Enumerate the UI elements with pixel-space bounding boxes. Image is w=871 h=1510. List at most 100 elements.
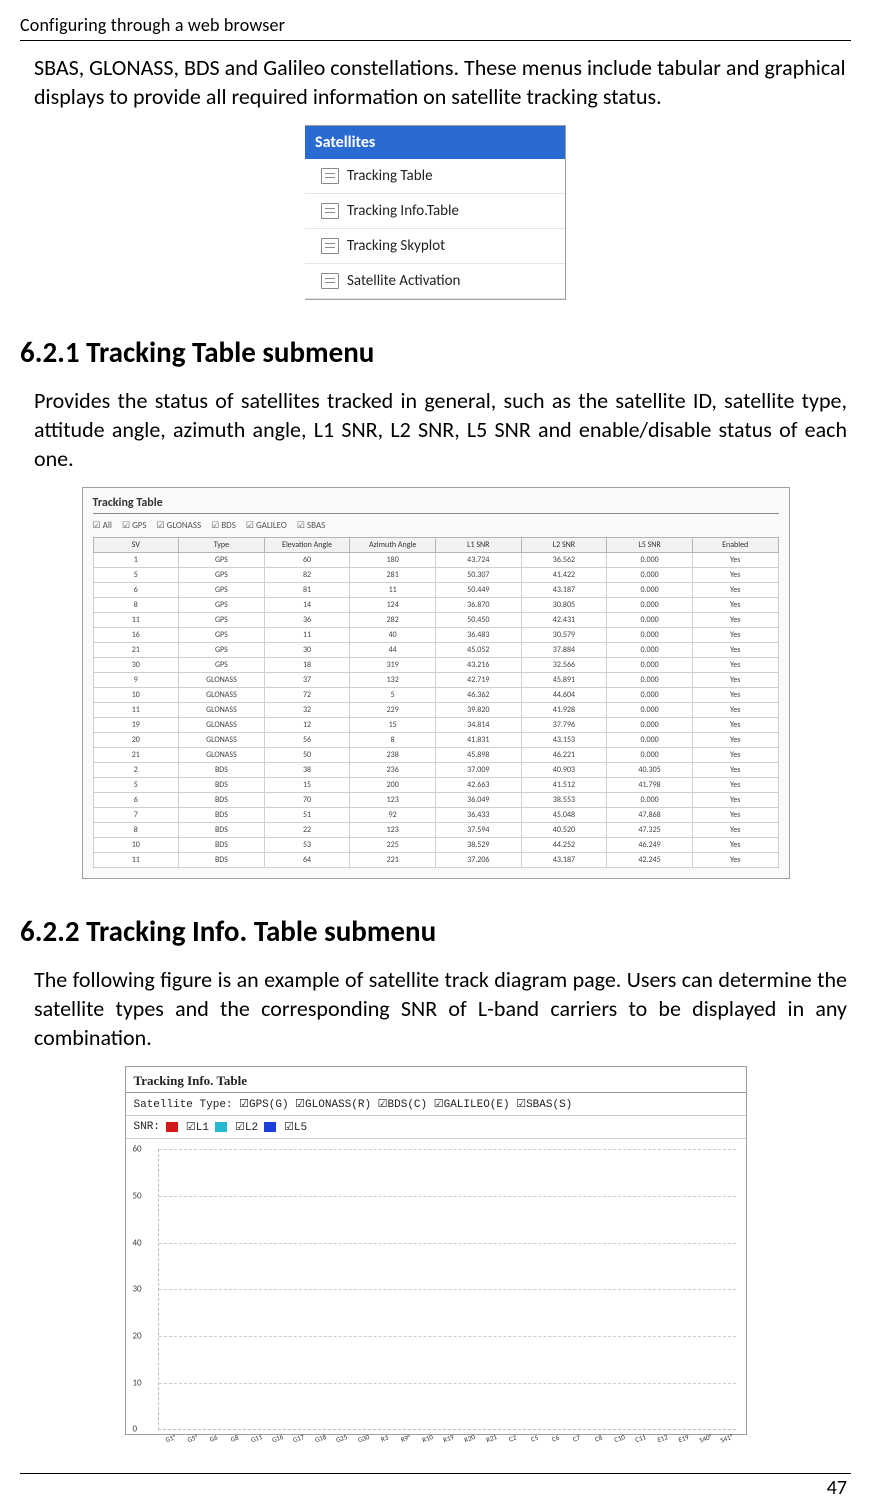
chart-plot-area: G1°G5°G6G8G11G16G17G18G25G30R3R9°R10R19R…: [158, 1149, 736, 1430]
table-cell: GLONASS: [179, 733, 265, 748]
table-cell: 46.362: [436, 688, 522, 703]
table-cell: 0.000: [607, 718, 693, 733]
table-cell: 12: [264, 718, 350, 733]
legend-item[interactable]: ☑L1: [186, 1120, 209, 1134]
table-cell: 46.221: [521, 748, 607, 763]
legend-item[interactable]: ☑L2: [235, 1120, 258, 1134]
table-cell: 37.796: [521, 718, 607, 733]
table-cell: 50: [264, 748, 350, 763]
x-tick-label: R3: [379, 1433, 389, 1444]
table-cell: 43.216: [436, 658, 522, 673]
table-cell: Yes: [692, 808, 778, 823]
x-tick-label: C10: [613, 1432, 626, 1444]
table-cell: 38.529: [436, 838, 522, 853]
table-cell: 11: [93, 853, 179, 868]
table-cell: 236: [350, 763, 436, 778]
legend-swatch: [166, 1122, 178, 1132]
table-cell: Yes: [692, 748, 778, 763]
table-cell: Yes: [692, 583, 778, 598]
x-tick-label: G11: [249, 1432, 263, 1444]
table-cell: 72: [264, 688, 350, 703]
x-tick-label: G25: [335, 1432, 349, 1444]
table-cell: 42.431: [521, 613, 607, 628]
list-icon: [321, 238, 339, 254]
table-cell: 40.903: [521, 763, 607, 778]
filter-checkbox[interactable]: BDS: [211, 520, 236, 531]
satmenu-item[interactable]: Tracking Info.Table: [305, 194, 565, 229]
x-tick-label: R9°: [400, 1433, 412, 1445]
x-tick-label: C6: [551, 1433, 561, 1444]
table-row: 7BDS519236.43345.04847.868Yes: [93, 808, 778, 823]
x-tick-label: G30: [356, 1432, 370, 1444]
footer-rule: [20, 1473, 851, 1474]
table-row: 1GPS6018043.72436.5620.000Yes: [93, 553, 778, 568]
table-cell: 200: [350, 778, 436, 793]
x-tick-label: C7: [572, 1433, 582, 1444]
x-tick-label: R10: [421, 1432, 434, 1444]
tracking-table-title: Tracking Table: [93, 496, 779, 514]
table-cell: 0.000: [607, 658, 693, 673]
table-cell: 5: [350, 688, 436, 703]
x-tick-label: G5°: [186, 1432, 199, 1444]
table-column-header: Type: [179, 538, 265, 553]
table-cell: 8: [93, 823, 179, 838]
table-column-header: L2 SNR: [521, 538, 607, 553]
filter-checkbox[interactable]: All: [93, 520, 112, 531]
table-cell: 15: [264, 778, 350, 793]
table-cell: Yes: [692, 688, 778, 703]
table-row: 16GPS114036.48330.5790.000Yes: [93, 628, 778, 643]
satmenu-item[interactable]: Tracking Table: [305, 159, 565, 194]
table-cell: 38.553: [521, 793, 607, 808]
satmenu-item-label: Tracking Table: [347, 167, 433, 185]
x-tick-label: C5: [529, 1433, 539, 1444]
filter-checkbox[interactable]: SBAS: [297, 520, 325, 531]
table-row: 5GPS8228150.30741.4220.000Yes: [93, 568, 778, 583]
table-cell: 5: [93, 568, 179, 583]
table-cell: 10: [93, 838, 179, 853]
table-cell: Yes: [692, 778, 778, 793]
legend-item[interactable]: ☑L5: [284, 1120, 307, 1134]
chart-title: Tracking Info. Table: [126, 1067, 746, 1093]
table-cell: GLONASS: [179, 688, 265, 703]
table-cell: 42.719: [436, 673, 522, 688]
table-cell: 36: [264, 613, 350, 628]
table-cell: 0.000: [607, 583, 693, 598]
table-cell: 32.566: [521, 658, 607, 673]
table-row: 11GLONASS3222939.82041.9280.000Yes: [93, 703, 778, 718]
gridline: [159, 1149, 736, 1150]
satmenu-header: Satellites: [305, 126, 565, 159]
table-cell: 18: [264, 658, 350, 673]
filter-checkbox[interactable]: GPS: [122, 520, 147, 531]
table-cell: 0.000: [607, 748, 693, 763]
satmenu-item[interactable]: Tracking Skyplot: [305, 229, 565, 264]
table-cell: 0.000: [607, 703, 693, 718]
table-cell: Yes: [692, 703, 778, 718]
table-cell: 47.325: [607, 823, 693, 838]
filter-checkbox[interactable]: GLONASS: [157, 520, 202, 531]
table-cell: Yes: [692, 643, 778, 658]
table-cell: GLONASS: [179, 748, 265, 763]
table-cell: BDS: [179, 793, 265, 808]
table-cell: 44.252: [521, 838, 607, 853]
table-cell: 14: [264, 598, 350, 613]
table-cell: 45.891: [521, 673, 607, 688]
table-cell: 40: [350, 628, 436, 643]
x-tick-label: R21: [485, 1432, 498, 1444]
satmenu-item[interactable]: Satellite Activation: [305, 264, 565, 299]
table-row: 8BDS2212337.59440.52047.325Yes: [93, 823, 778, 838]
table-cell: 22: [264, 823, 350, 838]
table-cell: Yes: [692, 628, 778, 643]
table-cell: 11: [350, 583, 436, 598]
chart-sat-type-legend: Satellite Type: ☑GPS(G) ☑GLONASS(R) ☑BDS…: [126, 1093, 746, 1116]
table-row: 6BDS7012336.04938.5530.000Yes: [93, 793, 778, 808]
table-cell: 15: [350, 718, 436, 733]
x-tick-label: G18: [313, 1432, 327, 1444]
x-tick-label: C11: [634, 1432, 647, 1444]
table-cell: 9: [93, 673, 179, 688]
table-cell: Yes: [692, 553, 778, 568]
filter-checkbox[interactable]: GALILEO: [246, 520, 287, 531]
table-cell: 45.052: [436, 643, 522, 658]
table-cell: 282: [350, 613, 436, 628]
table-cell: 40.305: [607, 763, 693, 778]
table-cell: 37: [264, 673, 350, 688]
